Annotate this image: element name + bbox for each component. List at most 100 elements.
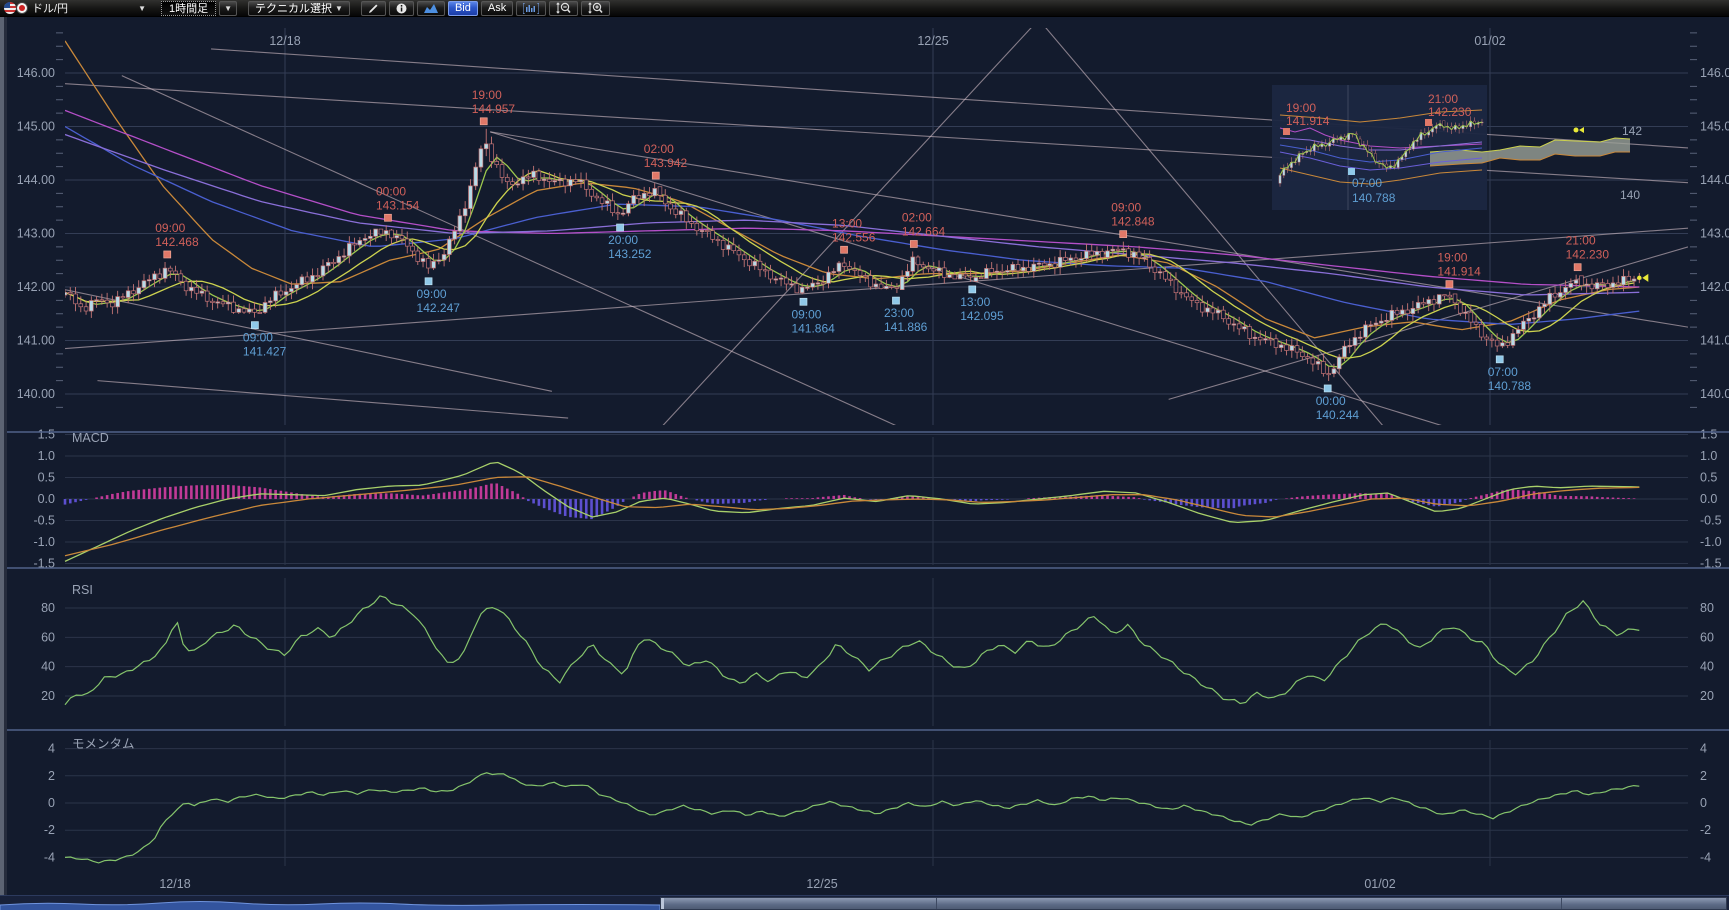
timeframe-dropdown-button[interactable]: ▼ (219, 1, 237, 16)
high-annotation-price: 141.914 (1437, 265, 1481, 279)
momentum-panel-tick-right: 0 (1700, 796, 1707, 810)
macd-panel-tick-right: 0.0 (1700, 492, 1717, 506)
high-marker (384, 214, 391, 221)
info-icon (396, 3, 407, 14)
fx-chart-window: ドル/円 ▼ 1時間足 ▼ テクニカル選択 ▼ (0, 0, 1729, 910)
date-label-top: 12/18 (269, 34, 300, 48)
rsi-panel-tick-left: 40 (41, 660, 55, 674)
date-label-top: 12/25 (917, 34, 948, 48)
low-annotation-price: 142.095 (960, 309, 1004, 323)
rsi-panel-tick-right: 60 (1700, 630, 1714, 644)
chart-style-button[interactable] (417, 1, 445, 16)
timeframe-box[interactable]: 1時間足 (161, 1, 216, 16)
price-axis-label-right: 145.00 (1700, 120, 1729, 134)
macd-panel-tick-right: -0.5 (1700, 514, 1722, 528)
high-annotation-price: 143.154 (376, 198, 420, 212)
ask-button[interactable]: Ask (481, 1, 513, 16)
high-annotation-time: 19:00 (1437, 251, 1467, 265)
date-label-bottom: 12/25 (806, 877, 837, 891)
zoom-in-button[interactable] (581, 1, 610, 16)
momentum-panel-tick-right: -4 (1700, 850, 1711, 864)
window-left-edge (0, 17, 4, 895)
macd-panel-tick-right: 0.5 (1700, 471, 1717, 485)
inset-annotation-price: 140.788 (1352, 191, 1396, 205)
high-annotation-time: 02:00 (644, 142, 674, 156)
high-annotation-price: 142.848 (1111, 215, 1155, 229)
zoom-out-button[interactable] (549, 1, 578, 16)
rsi-panel-tick-left: 60 (41, 630, 55, 644)
momentum-panel-title: モメンタム (72, 737, 135, 751)
high-annotation-price: 144.957 (472, 102, 516, 116)
price-axis-label-left: 140.00 (17, 387, 55, 401)
high-marker (652, 172, 659, 179)
jp-flag-icon (16, 2, 28, 14)
high-annotation-price: 142.664 (902, 224, 946, 238)
us-flag-icon (4, 2, 16, 14)
chevron-down-icon: ▼ (138, 4, 146, 13)
high-annotation-price: 143.942 (644, 156, 688, 170)
price-axis-label-right: 143.00 (1700, 227, 1729, 241)
high-marker (480, 118, 487, 125)
currency-pair-label: ドル/円 (32, 0, 68, 16)
info-button[interactable] (389, 1, 414, 16)
high-annotation-time: 13:00 (832, 216, 862, 230)
low-annotation-time: 20:00 (608, 233, 638, 247)
inset-annotation-time: 21:00 (1428, 92, 1458, 106)
price-histogram-icon (523, 3, 539, 14)
inset-annotation-price: 141.914 (1286, 114, 1330, 128)
bid-button[interactable]: Bid (448, 1, 478, 16)
rsi-panel-tick-right: 80 (1700, 601, 1714, 615)
macd-panel-tick-right: -1.0 (1700, 535, 1722, 549)
price-scale-button[interactable] (516, 1, 546, 16)
price-axis-label-left: 145.00 (17, 120, 55, 134)
chart-area: 09:00142.46800:00143.15419:00144.95702:0… (0, 17, 1729, 895)
macd-panel-tick-left: 1.5 (38, 428, 55, 442)
inset-axis-label: 140 (1620, 188, 1640, 202)
price-axis-label-left: 146.00 (17, 66, 55, 80)
momentum-panel-tick-left: -4 (44, 850, 55, 864)
high-annotation-price: 142.230 (1566, 248, 1610, 262)
zoom-out-icon (556, 2, 571, 14)
chevron-down-icon: ▼ (335, 4, 343, 13)
macd-panel-tick-left: 0.0 (38, 492, 55, 506)
rsi-panel-tick-left: 80 (41, 601, 55, 615)
inset-annotation-price: 142.230 (1428, 105, 1472, 119)
high-marker (1120, 231, 1127, 238)
low-annotation-time: 23:00 (884, 306, 914, 320)
chevron-down-icon: ▼ (224, 4, 232, 13)
inset-annotation-time: 07:00 (1352, 176, 1382, 190)
currency-pair-selector[interactable]: ドル/円 ▼ (4, 1, 150, 16)
ask-label: Ask (488, 2, 506, 14)
draw-tool-button[interactable] (361, 1, 386, 16)
price-axis-label-right: 144.00 (1700, 173, 1729, 187)
low-annotation-price: 140.788 (1488, 379, 1532, 393)
inset-axis-label: 142 (1622, 124, 1642, 138)
pencil-icon (368, 3, 379, 14)
low-marker (1496, 356, 1503, 363)
timeframe-label: 1時間足 (169, 0, 208, 16)
low-annotation-price: 140.244 (1316, 408, 1360, 422)
macd-panel-tick-left: -0.5 (33, 514, 55, 528)
rsi-panel-tick-right: 40 (1700, 660, 1714, 674)
low-annotation-price: 142.247 (417, 301, 461, 315)
macd-panel-tick-left: -1.0 (33, 535, 55, 549)
momentum-panel-tick-left: 2 (48, 769, 55, 783)
h-scrollbar-track[interactable] (0, 895, 1729, 910)
low-annotation-time: 09:00 (791, 307, 821, 321)
low-marker (251, 322, 258, 329)
high-annotation-time: 19:00 (472, 88, 502, 102)
rsi-panel-tick-left: 20 (41, 689, 55, 703)
low-marker (892, 297, 899, 304)
high-marker (910, 240, 917, 247)
low-annotation-price: 143.252 (608, 247, 652, 261)
momentum-panel-tick-left: -2 (44, 823, 55, 837)
momentum-panel-tick-left: 0 (48, 796, 55, 810)
h-scrollbar-thumb[interactable] (660, 897, 1727, 910)
high-marker (1574, 264, 1581, 271)
momentum-panel-tick-right: 2 (1700, 769, 1707, 783)
price-axis-label-right: 142.00 (1700, 280, 1729, 294)
technical-select-button[interactable]: テクニカル選択 ▼ (248, 1, 350, 16)
low-marker (969, 286, 976, 293)
toolbar: ドル/円 ▼ 1時間足 ▼ テクニカル選択 ▼ (0, 0, 1729, 17)
high-annotation-time: 09:00 (1111, 201, 1141, 215)
